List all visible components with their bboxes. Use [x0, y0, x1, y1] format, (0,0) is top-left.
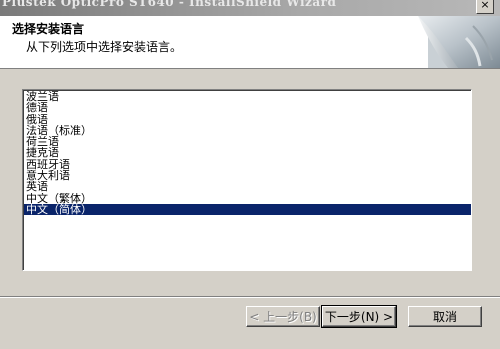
window-title: Plustek OpticPro ST640 - InstallShield W…: [2, 0, 337, 9]
language-item[interactable]: 中文（简体）: [24, 203, 471, 216]
language-item[interactable]: 中文（繁体）: [24, 193, 471, 204]
language-item[interactable]: 西班牙语: [24, 159, 471, 170]
header-subtitle: 从下列选项中选择安装语言。: [26, 40, 183, 54]
button-divider: [0, 296, 500, 298]
language-item[interactable]: 意大利语: [24, 170, 471, 181]
title-bar: Plustek OpticPro ST640 - InstallShield W…: [0, 0, 500, 16]
close-icon: ×: [480, 0, 490, 11]
header-title: 选择安装语言: [12, 22, 85, 36]
language-item[interactable]: 波兰语: [24, 91, 471, 102]
back-button[interactable]: < 上一步(B): [246, 306, 320, 327]
language-item[interactable]: 德语: [24, 102, 471, 113]
language-listbox[interactable]: 波兰语 德语 俄语 法语（标准） 荷兰语 捷克语 西班牙语 意大利语 英语 中文（繁体） 中文（简体…: [22, 89, 472, 271]
language-item[interactable]: 英语: [24, 181, 471, 192]
close-button[interactable]: ×: [476, 0, 494, 14]
language-item[interactable]: 法语（标准）: [24, 125, 471, 136]
language-item[interactable]: 捷克语: [24, 147, 471, 158]
page-curl-graphic: [418, 16, 500, 68]
wizard-header: 选择安装语言 从下列选项中选择安装语言。: [0, 16, 500, 69]
cancel-button[interactable]: 取消: [408, 306, 482, 327]
language-item[interactable]: 俄语: [24, 114, 471, 125]
language-item[interactable]: 荷兰语: [24, 136, 471, 147]
next-button[interactable]: 下一步(N) >: [321, 305, 397, 328]
